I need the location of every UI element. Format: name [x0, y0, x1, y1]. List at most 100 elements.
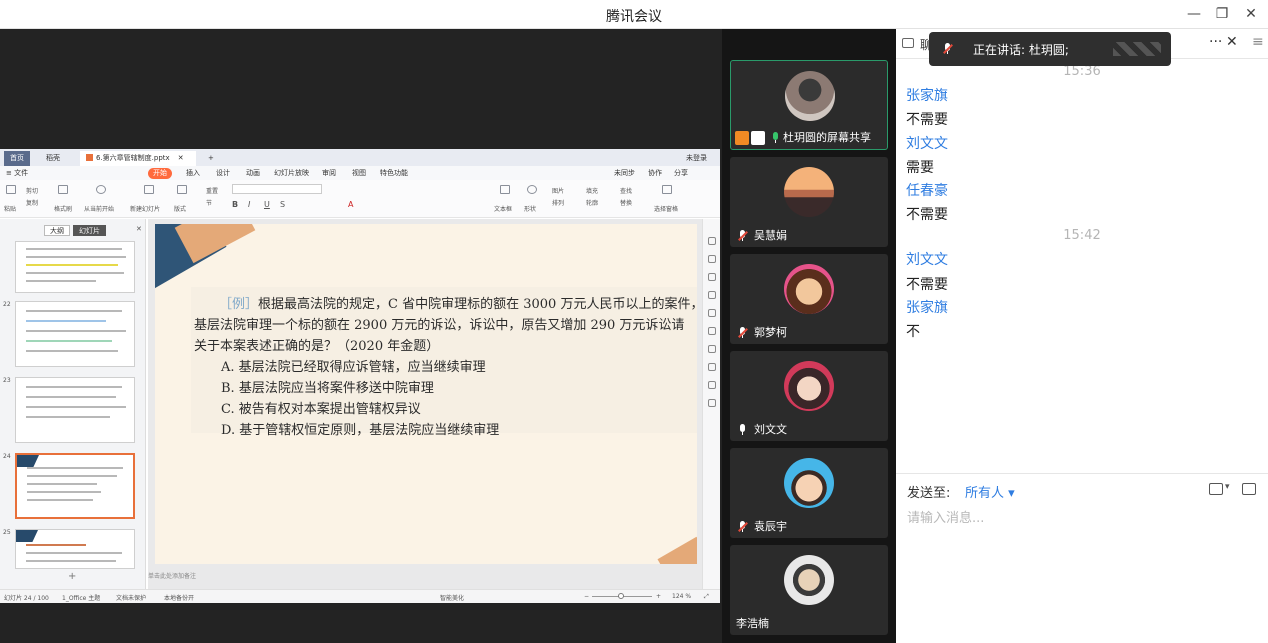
replace-button[interactable]: 替换 — [620, 198, 632, 207]
menu-special[interactable]: 特色功能 — [380, 168, 408, 179]
notes-placeholder[interactable]: 单击此处添加备注 — [148, 571, 196, 580]
shapes-icon[interactable] — [527, 185, 537, 194]
fit-window-icon[interactable]: ⤢ — [704, 593, 709, 601]
participant-name-label: 吴慧娟 — [754, 229, 787, 242]
minimize-icon[interactable]: — — [1182, 4, 1206, 24]
chevron-down-icon[interactable]: ▾ — [1225, 482, 1230, 492]
format-painter-icon[interactable] — [58, 185, 68, 194]
section-button[interactable]: 节 — [206, 198, 212, 207]
arrange-button[interactable]: 排列 — [552, 198, 564, 207]
close-icon[interactable]: ✕ — [1239, 4, 1263, 24]
zoom-out-button[interactable]: − — [584, 593, 589, 600]
mic-muted-icon — [738, 327, 748, 339]
toolbar-icon[interactable] — [708, 345, 716, 353]
textbox-icon[interactable] — [500, 185, 510, 194]
toolbar-icon[interactable] — [708, 309, 716, 317]
tab-slides[interactable]: 幻灯片 — [73, 225, 106, 236]
bold-icon[interactable]: B — [232, 200, 238, 209]
close-icon[interactable]: ✕ — [1226, 34, 1238, 50]
tab-docer[interactable]: 稻壳 — [40, 151, 66, 166]
select-pane-icon[interactable] — [662, 185, 672, 194]
picture-button[interactable]: 图片 — [552, 186, 564, 195]
video-tile[interactable]: 郭梦柯 — [730, 254, 888, 344]
tab-document[interactable]: 6.第六章管辖制度.pptx ✕ — [80, 151, 196, 166]
menu-slideshow[interactable]: 幻灯片放映 — [274, 168, 309, 179]
italic-icon[interactable]: I — [248, 200, 250, 209]
font-color-icon[interactable]: A — [348, 200, 353, 209]
underline-icon[interactable]: U — [264, 200, 270, 209]
folder-icon[interactable] — [1209, 483, 1223, 495]
menu-file[interactable]: ≡ 文件 — [6, 168, 28, 179]
toolbar-icon[interactable] — [708, 273, 716, 281]
question-textbox[interactable]: ［例］根据最高法院的规定，C 省中院审理标的额在 3000 万元人民币以上的案件… — [191, 287, 697, 438]
share-button[interactable]: 分享 — [674, 168, 688, 179]
slide-thumbnail[interactable] — [15, 241, 135, 293]
message-sender[interactable]: 刘文文 — [906, 133, 948, 153]
menu-review[interactable]: 审阅 — [322, 168, 336, 179]
slide-thumbnail-selected[interactable] — [15, 453, 135, 519]
new-slide-icon[interactable] — [144, 185, 154, 194]
more-icon[interactable]: ··· — [1209, 34, 1222, 50]
video-tile[interactable]: 李浩楠 — [730, 545, 888, 635]
video-tile[interactable]: 刘文文 — [730, 351, 888, 441]
toolbar-icon[interactable] — [708, 399, 716, 407]
message-sender[interactable]: 张家旗 — [906, 85, 948, 105]
message-input[interactable]: 请输入消息... — [907, 507, 984, 526]
video-tile[interactable]: 杜玥圆的屏幕共享 — [730, 60, 888, 150]
protect-status[interactable]: 文档未保护 — [116, 593, 146, 602]
zoom-level: 124 % — [672, 593, 692, 600]
sync-status[interactable]: 未同步 — [614, 168, 635, 179]
close-tab-icon[interactable]: ✕ — [178, 154, 184, 162]
find-button[interactable]: 查找 — [620, 186, 632, 195]
toolbar-icon[interactable] — [708, 363, 716, 371]
fill-button[interactable]: 填充 — [586, 186, 598, 195]
current-slide[interactable]: ［例］根据最高法院的规定，C 省中院审理标的额在 3000 万元人民币以上的案件… — [155, 224, 697, 564]
video-tile[interactable]: 袁辰宇 — [730, 448, 888, 538]
title-bar: 腾讯会议 — ❐ ✕ — [0, 0, 1268, 29]
toolbar-icon[interactable] — [708, 237, 716, 245]
menu-design[interactable]: 设计 — [216, 168, 230, 179]
new-tab-button[interactable]: + — [202, 151, 220, 166]
menu-animation[interactable]: 动画 — [246, 168, 260, 179]
slide-thumbnail[interactable] — [15, 377, 135, 443]
shadow-icon[interactable]: S — [280, 200, 285, 209]
font-name-select[interactable] — [232, 184, 322, 194]
copy-button[interactable]: 复制 — [26, 198, 38, 207]
toolbar-icon[interactable] — [708, 291, 716, 299]
cut-button[interactable]: 剪切 — [26, 186, 38, 195]
slide-thumbnail[interactable] — [15, 529, 135, 569]
play-icon[interactable] — [96, 185, 106, 194]
zoom-slider-handle[interactable] — [618, 593, 624, 599]
paste-icon[interactable] — [6, 185, 16, 194]
tab-home[interactable]: 首页 — [4, 151, 30, 166]
toolbar-icon[interactable] — [708, 255, 716, 263]
message-sender[interactable]: 张家旗 — [906, 297, 948, 317]
menu-icon[interactable]: ≡ — [1252, 34, 1264, 50]
backup-status[interactable]: 本地备份开 — [164, 593, 194, 602]
reset-button[interactable]: 重置 — [206, 186, 218, 195]
tab-outline[interactable]: 大纲 — [44, 225, 70, 236]
avatar — [784, 458, 834, 508]
participant-name: 杜玥圆的屏幕共享 — [733, 129, 871, 147]
message-sender[interactable]: 任春豪 — [906, 180, 948, 200]
send-to-select[interactable]: 所有人 ▾ — [965, 482, 1015, 501]
restore-icon[interactable]: ❐ — [1210, 4, 1234, 24]
layout-icon[interactable] — [177, 185, 187, 194]
collaborate-button[interactable]: 协作 — [648, 168, 662, 179]
outline-button[interactable]: 轮廓 — [586, 198, 598, 207]
toolbar-icon[interactable] — [708, 327, 716, 335]
close-panel-icon[interactable]: ✕ — [136, 225, 142, 233]
menu-view[interactable]: 视图 — [352, 168, 366, 179]
screenshot-icon[interactable] — [1242, 483, 1256, 495]
wps-status-bar: 幻灯片 24 / 100 1_Office 主题 文档未保护 本地备份开 智能美… — [0, 589, 720, 603]
account-status[interactable]: 未登录 — [680, 151, 713, 166]
slide-thumbnail[interactable] — [15, 301, 135, 367]
add-slide-button[interactable]: + — [68, 571, 76, 582]
menu-start[interactable]: 开始 — [148, 168, 172, 179]
zoom-in-button[interactable]: + — [656, 593, 661, 600]
message-sender[interactable]: 刘文文 — [906, 249, 948, 269]
toolbar-icon[interactable] — [708, 381, 716, 389]
beautify-button[interactable]: 智能美化 — [440, 593, 464, 602]
video-tile[interactable]: 吴慧娟 — [730, 157, 888, 247]
menu-insert[interactable]: 插入 — [186, 168, 200, 179]
